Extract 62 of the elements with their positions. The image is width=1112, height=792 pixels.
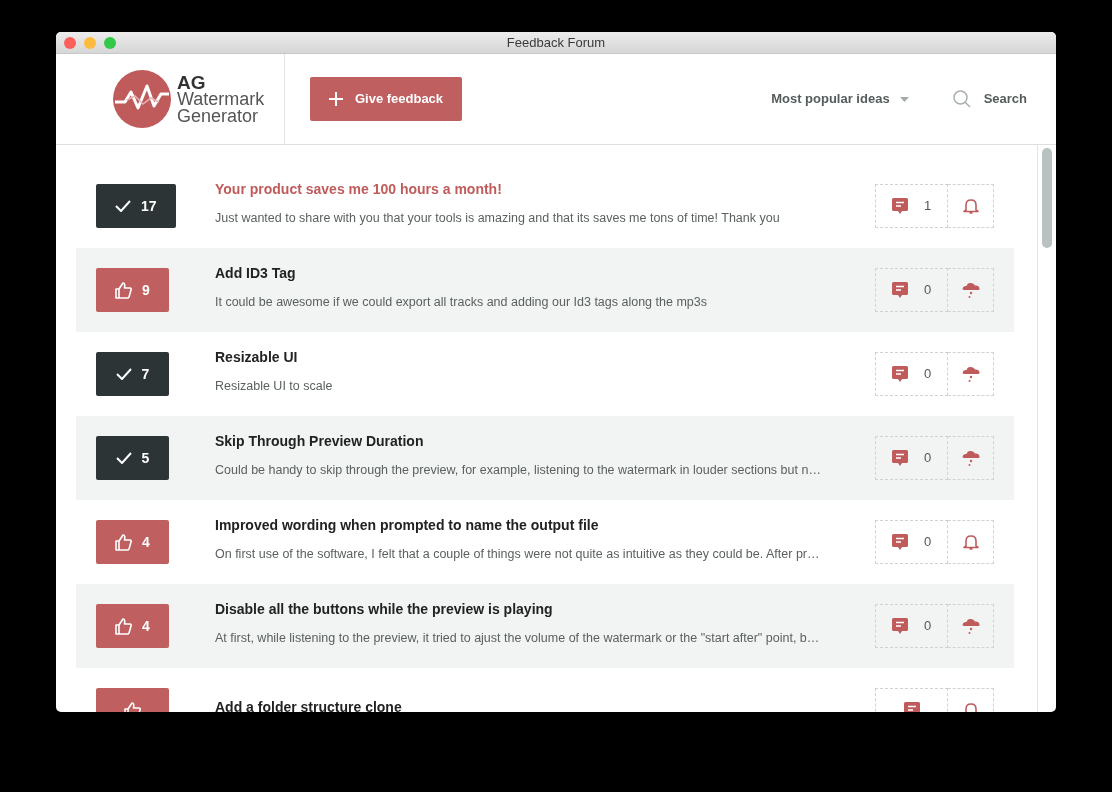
comment-icon [891, 618, 908, 634]
subscribe-button[interactable] [948, 184, 994, 228]
vote-button[interactable]: 4 [96, 604, 169, 648]
cloud-icon [961, 449, 980, 467]
bell-icon [962, 534, 979, 550]
bell-icon [962, 198, 979, 214]
subscribe-button[interactable] [948, 268, 994, 312]
comment-icon [891, 198, 908, 214]
subscribe-button[interactable] [948, 604, 994, 648]
idea-description: Could be handy to skip through the preview, for example, listening to the watermark in louder sections but n… [215, 461, 822, 479]
vote-button[interactable]: 4 [96, 520, 169, 564]
vote-button[interactable]: 17 [96, 184, 176, 228]
close-button[interactable] [64, 36, 76, 49]
check-icon [115, 200, 131, 212]
comments-button[interactable]: 1 [875, 184, 948, 228]
comment-icon [891, 534, 908, 550]
caret-icon [899, 96, 909, 102]
thumbs-up-icon [115, 617, 133, 635]
comments-button[interactable]: 0 [875, 436, 948, 480]
logo-text: Watermark [177, 90, 265, 108]
plus-icon [328, 92, 343, 106]
comments-button[interactable]: 0 [875, 268, 948, 312]
check-icon [115, 452, 132, 464]
thumbs-up-icon [115, 281, 133, 299]
vote-button[interactable]: 9 [96, 268, 169, 312]
idea-title[interactable]: Skip Through Preview Duration [215, 430, 855, 452]
subscribe-button[interactable] [948, 352, 994, 396]
comment-icon [891, 366, 908, 382]
window-title: Feedback Forum [506, 33, 606, 52]
zoom-button[interactable] [104, 36, 116, 49]
idea-title[interactable]: Your product saves me 100 hours a month! [215, 178, 855, 200]
idea-title[interactable]: Improved wording when prompted to name the output file [215, 514, 855, 536]
idea-description: At first, while listening to the preview, it tried to ajust the volume of the watermark or the "start after" point, b… [215, 629, 821, 647]
logo-icon [113, 70, 171, 128]
idea-description: Resizable UI to scale [215, 377, 334, 395]
comments-button[interactable]: 0 [875, 604, 948, 648]
give-feedback-button[interactable]: Give feedback [310, 77, 462, 121]
idea-description: It could be awesome if we could export all tracks and adding our Id3 tags along the mp3s [215, 293, 708, 311]
logo-text: Generator [177, 107, 260, 125]
idea-title[interactable]: Add ID3 Tag [215, 262, 855, 284]
cloud-icon [961, 365, 980, 383]
search-button[interactable]: Search [952, 89, 1027, 109]
comments-button[interactable]: 0 [875, 352, 948, 396]
vote-button[interactable]: 7 [96, 352, 169, 396]
idea-description: Just wanted to share with you that your tools is amazing and that its saves me tons of time! Thank you [215, 209, 781, 227]
subscribe-button[interactable] [948, 520, 994, 564]
check-icon [115, 368, 132, 380]
vote-button[interactable]: 5 [96, 436, 169, 480]
comment-icon [891, 450, 908, 466]
logo-text: AG [177, 73, 206, 91]
idea-description: On first use of the software, I felt that a couple of things were not quite as intuitive as they could be. After pr… [215, 545, 821, 563]
cloud-icon [961, 617, 980, 635]
search-icon [952, 90, 971, 108]
subscribe-button[interactable] [948, 436, 994, 480]
idea-title[interactable]: Resizable UI [215, 346, 855, 368]
idea-title[interactable]: Add a folder structure clone [215, 696, 855, 712]
comments-button[interactable]: 0 [875, 520, 948, 564]
cloud-icon [961, 281, 980, 299]
sort-dropdown[interactable]: Most popular ideas [771, 89, 909, 109]
comment-icon [891, 282, 908, 298]
thumbs-up-icon [115, 533, 133, 551]
idea-title[interactable]: Disable all the buttons while the preview is playing [215, 598, 855, 620]
